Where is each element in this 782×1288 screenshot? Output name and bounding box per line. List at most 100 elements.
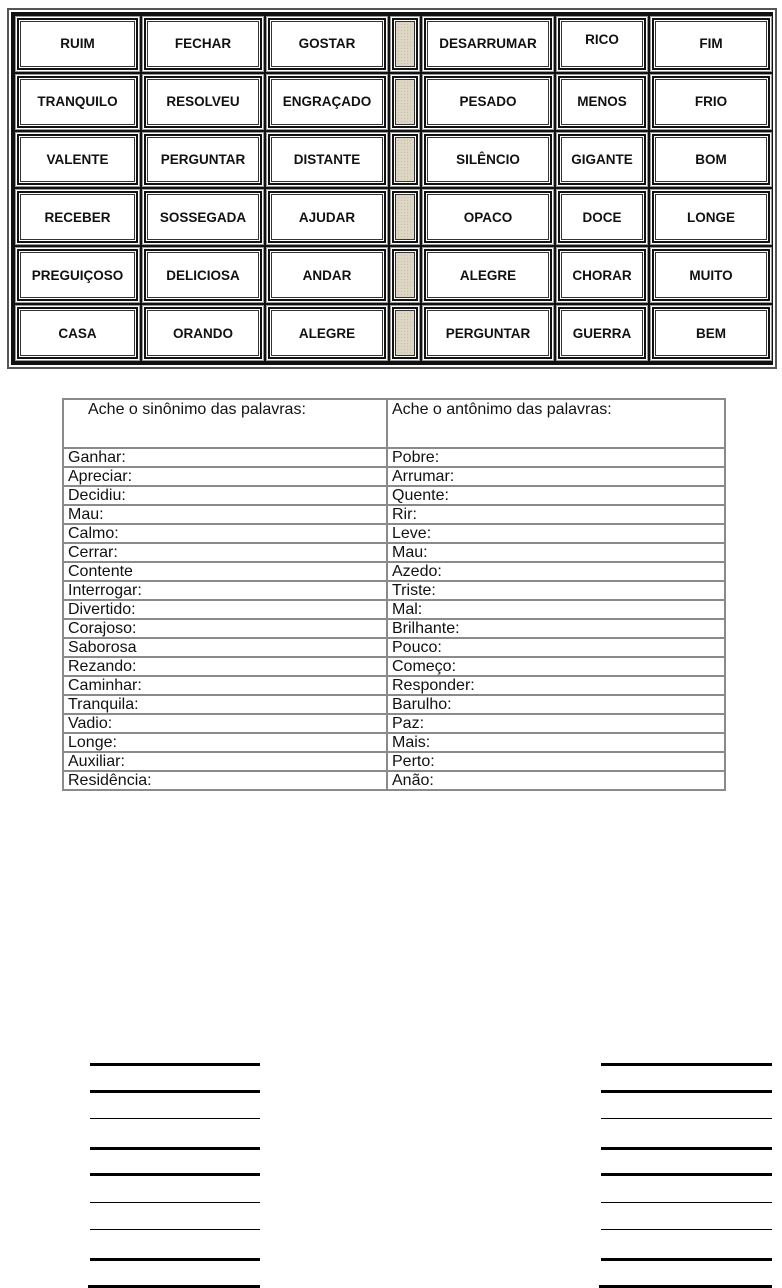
word-card: ENGRAÇADO xyxy=(266,73,388,130)
word-card: FRIO xyxy=(650,73,772,130)
answer-line[interactable] xyxy=(90,1202,260,1204)
word-card: GOSTAR xyxy=(266,16,388,72)
word-card: SILÊNCIO xyxy=(422,131,554,188)
grid-spacer xyxy=(390,247,420,304)
table-header-row: Ache o sinônimo das palavras: Ache o ant… xyxy=(62,398,726,449)
word-card: FECHAR xyxy=(142,16,264,72)
table-row: Auxiliar: Perto: xyxy=(62,751,726,772)
answer-line[interactable] xyxy=(90,1258,260,1261)
word-card: PERGUNTAR xyxy=(142,131,264,188)
word-grid-frame: RUIM FECHAR GOSTAR DESARRUMAR RICO FIM TRANQUI… xyxy=(7,8,777,369)
answer-line[interactable] xyxy=(88,1285,260,1288)
antonym-word: Anão: xyxy=(386,770,726,791)
answer-line[interactable] xyxy=(601,1118,772,1120)
word-card: BOM xyxy=(650,131,772,188)
synonym-word: Tranquila: xyxy=(62,694,388,715)
table-row: Residência: Anão: xyxy=(62,770,726,791)
table-row: Caminhar: Responder: xyxy=(62,675,726,696)
antonym-word: Quente: xyxy=(386,485,726,506)
answer-line[interactable] xyxy=(601,1173,772,1176)
table-row: Calmo: Leve: xyxy=(62,523,726,544)
synonym-word: Apreciar: xyxy=(62,466,388,487)
antonym-word: Mal: xyxy=(386,599,726,620)
antonym-word: Responder: xyxy=(386,675,726,696)
answer-line[interactable] xyxy=(90,1173,260,1176)
word-card: DISTANTE xyxy=(266,131,388,188)
word-card: CASA xyxy=(15,305,140,361)
word-card: DELICIOSA xyxy=(142,247,264,304)
word-card: DESARRUMAR xyxy=(422,16,554,72)
table-row: Mau: Rir: xyxy=(62,504,726,525)
word-card: OPACO xyxy=(422,189,554,246)
word-card: MENOS xyxy=(556,73,648,130)
antonym-word: Mau: xyxy=(386,542,726,563)
antonym-word: Brilhante: xyxy=(386,618,726,639)
table-row: Cerrar: Mau: xyxy=(62,542,726,563)
word-card: GUERRA xyxy=(556,305,648,361)
synonym-word: Mau: xyxy=(62,504,388,525)
answer-line[interactable] xyxy=(601,1090,772,1093)
synonym-header: Ache o sinônimo das palavras: xyxy=(62,398,388,449)
word-card: RESOLVEU xyxy=(142,73,264,130)
answer-line[interactable] xyxy=(599,1285,772,1288)
grid-spacer xyxy=(390,189,420,246)
grid-spacer xyxy=(390,16,420,72)
answer-line[interactable] xyxy=(601,1147,772,1150)
word-card: FIM xyxy=(650,16,772,72)
answer-line[interactable] xyxy=(601,1202,772,1204)
word-card: SOSSEGADA xyxy=(142,189,264,246)
synonym-word: Contente xyxy=(62,561,388,582)
table-row: Divertido: Mal: xyxy=(62,599,726,620)
antonym-word: Barulho: xyxy=(386,694,726,715)
answer-line[interactable] xyxy=(90,1063,260,1066)
table-row: Rezando: Começo: xyxy=(62,656,726,677)
synonym-word: Interrogar: xyxy=(62,580,388,601)
grid-spacer xyxy=(390,73,420,130)
synonym-word: Residência: xyxy=(62,770,388,791)
word-card: TRANQUILO xyxy=(15,73,140,130)
answer-line[interactable] xyxy=(90,1118,260,1120)
table-row: Corajoso: Brilhante: xyxy=(62,618,726,639)
synonym-word: Caminhar: xyxy=(62,675,388,696)
word-grid: RUIM FECHAR GOSTAR DESARRUMAR RICO FIM TRANQUI… xyxy=(11,12,773,365)
answer-line[interactable] xyxy=(90,1229,260,1231)
synonym-word: Calmo: xyxy=(62,523,388,544)
table-row: Contente Azedo: xyxy=(62,561,726,582)
answer-line[interactable] xyxy=(601,1063,772,1066)
antonym-word: Começo: xyxy=(386,656,726,677)
synonym-antonym-table: Ache o sinônimo das palavras: Ache o ant… xyxy=(62,398,726,791)
word-card: DOCE xyxy=(556,189,648,246)
table-row: Ganhar: Pobre: xyxy=(62,447,726,468)
synonym-word: Cerrar: xyxy=(62,542,388,563)
grid-spacer xyxy=(390,305,420,361)
antonym-word: Triste: xyxy=(386,580,726,601)
word-card: RECEBER xyxy=(15,189,140,246)
synonym-word: Saborosa xyxy=(62,637,388,658)
table-row: Decidiu: Quente: xyxy=(62,485,726,506)
synonym-word: Ganhar: xyxy=(62,447,388,468)
antonym-word: Rir: xyxy=(386,504,726,525)
antonym-word: Pouco: xyxy=(386,637,726,658)
antonym-word: Mais: xyxy=(386,732,726,753)
word-card: LONGE xyxy=(650,189,772,246)
table-row: Vadio: Paz: xyxy=(62,713,726,734)
synonym-word: Decidiu: xyxy=(62,485,388,506)
word-card: MUITO xyxy=(650,247,772,304)
word-card: AJUDAR xyxy=(266,189,388,246)
synonym-word: Divertido: xyxy=(62,599,388,620)
answer-line[interactable] xyxy=(90,1147,260,1150)
synonym-word: Longe: xyxy=(62,732,388,753)
word-card: VALENTE xyxy=(15,131,140,188)
synonym-word: Rezando: xyxy=(62,656,388,677)
word-card: ALEGRE xyxy=(266,305,388,361)
word-card: RICO xyxy=(556,16,648,72)
synonym-word: Corajoso: xyxy=(62,618,388,639)
word-card: BEM xyxy=(650,305,772,361)
antonym-word: Pobre: xyxy=(386,447,726,468)
table-row: Apreciar: Arrumar: xyxy=(62,466,726,487)
answer-line[interactable] xyxy=(601,1258,772,1261)
word-card: RUIM xyxy=(15,16,140,72)
antonym-word: Azedo: xyxy=(386,561,726,582)
answer-line[interactable] xyxy=(601,1229,772,1231)
answer-line[interactable] xyxy=(90,1090,260,1093)
